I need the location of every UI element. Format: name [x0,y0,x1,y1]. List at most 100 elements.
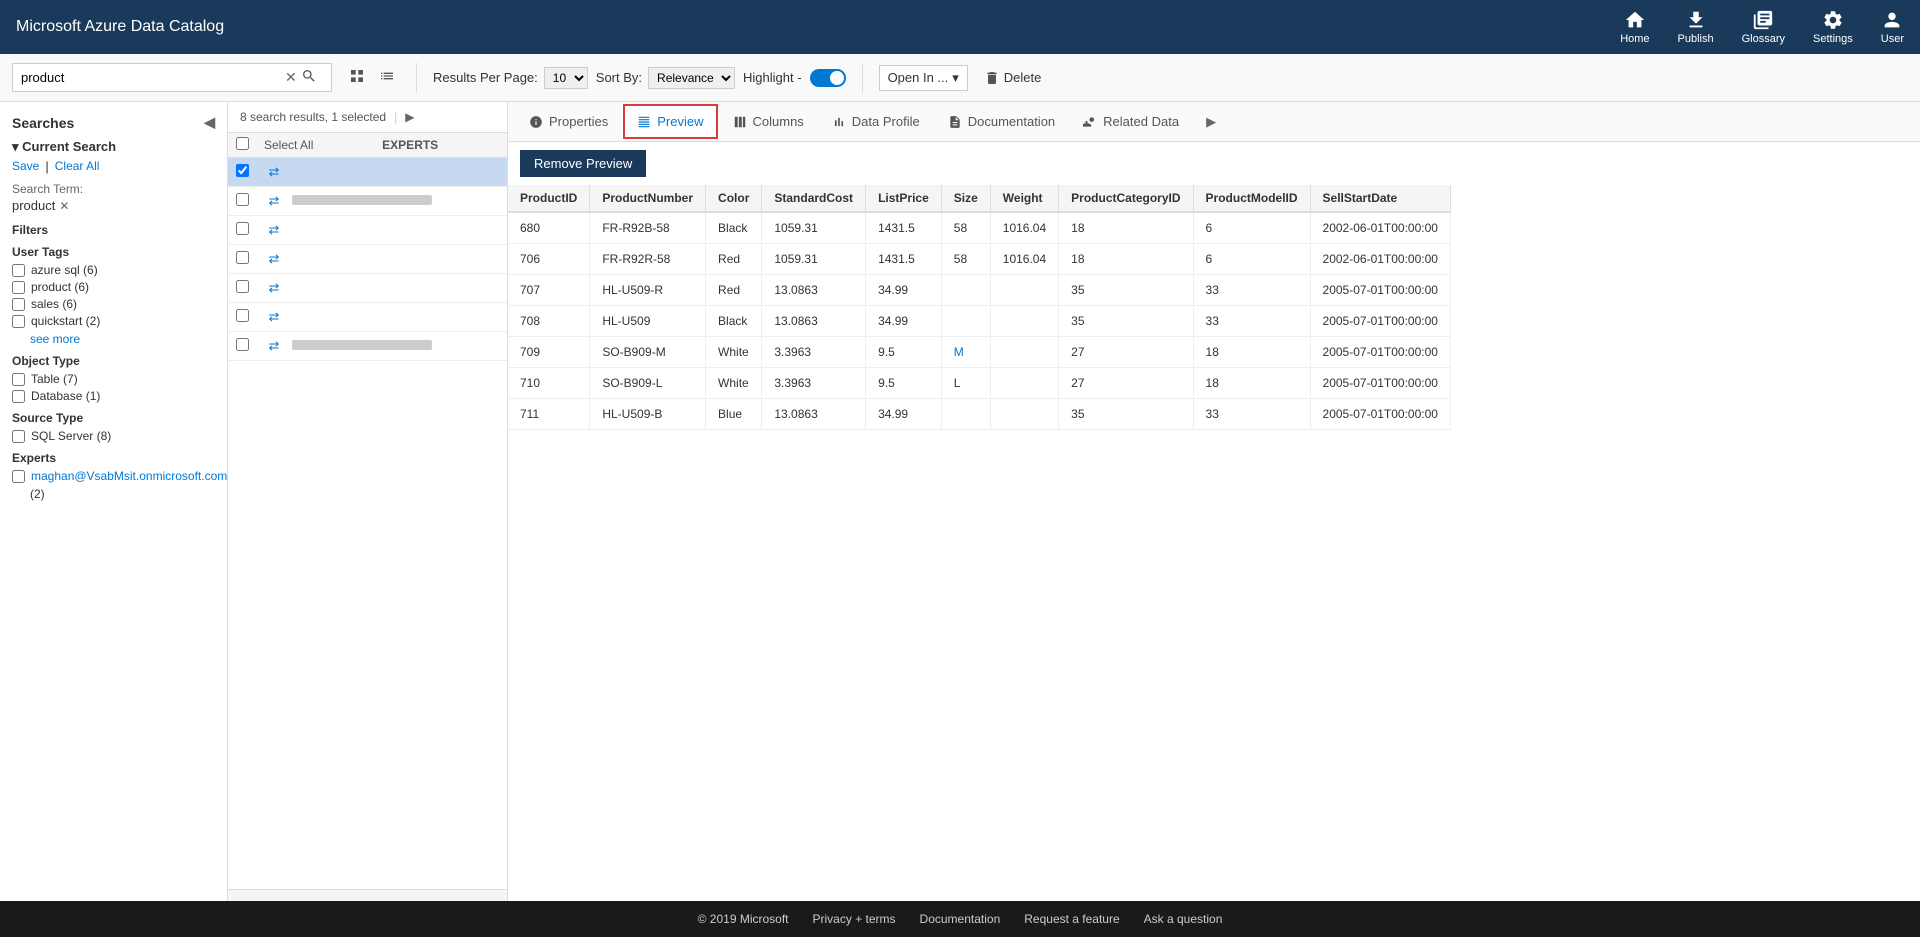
cell-sellstartdate: 2005-07-01T00:00:00 [1310,399,1450,430]
highlight-area: Highlight - [743,69,846,87]
filter-experts-checkbox[interactable] [12,470,25,483]
cell-weight [990,275,1058,306]
result-row[interactable]: ⇄ [228,303,507,332]
results-per-page-select[interactable]: 10 25 50 [544,67,588,89]
filters-title: Filters [12,223,215,237]
open-in-button[interactable]: Open In ... ▾ [879,65,968,91]
cell-color: Red [706,275,762,306]
cell-sellstartdate: 2002-06-01T00:00:00 [1310,212,1450,244]
cell-size [941,275,990,306]
cell-productnumber: HL-U509 [590,306,706,337]
tab-properties[interactable]: Properties [516,105,621,138]
clear-all-link[interactable]: Clear All [55,159,100,174]
cell-listprice: 1431.5 [866,244,942,275]
detail-expand-icon[interactable]: ▶ [1198,110,1224,134]
result-row[interactable]: ⇄ [228,187,507,216]
sort-by: Sort By: Relevance Name [596,67,735,89]
results-expand-btn[interactable]: ▶ [405,110,414,124]
nav-publish[interactable]: Publish [1678,9,1714,45]
tab-related-data[interactable]: Related Data [1070,105,1192,138]
nav-user[interactable]: User [1881,9,1904,45]
result-row[interactable]: ⇄ [228,245,507,274]
open-in-label: Open In ... [888,70,949,85]
results-pane: 8 search results, 1 selected | ▶ Select … [228,102,508,901]
current-search-title[interactable]: ▾ Current Search [12,139,215,155]
row-icon-6: ⇄ [264,309,284,325]
table-row: 711HL-U509-BBlue13.086334.9935332005-07-… [508,399,1450,430]
row-checkbox-7[interactable] [236,338,256,354]
footer-request-link[interactable]: Request a feature [1024,912,1119,926]
result-row[interactable]: ⇄ [228,216,507,245]
cell-size: M [941,337,990,368]
tab-data-profile[interactable]: Data Profile [819,105,933,138]
tab-preview[interactable]: Preview [623,104,717,139]
nav-icons: Home Publish Glossary Settings User [1620,9,1904,45]
cell-productmodelid: 6 [1193,212,1310,244]
sidebar-actions: Save | Clear All [12,159,215,174]
table-row: 707HL-U509-RRed13.086334.9935332005-07-0… [508,275,1450,306]
search-term-clear-icon[interactable]: ✕ [59,199,69,213]
cell-standardcost: 13.0863 [762,399,866,430]
experts-email[interactable]: maghan@VsabMsit.onmicrosoft.com [31,469,227,483]
separator-1 [416,63,417,93]
row-icon-1: ⇄ [264,164,284,180]
col-header-sellstartdate: SellStartDate [1310,185,1450,212]
sort-by-select[interactable]: Relevance Name [648,67,735,89]
cell-listprice: 34.99 [866,399,942,430]
row-checkbox-3[interactable] [236,222,256,238]
result-row[interactable]: ⇄ [228,158,507,187]
grid-view-btn[interactable] [344,63,370,92]
filter-quickstart-checkbox[interactable] [12,315,25,328]
filter-table-checkbox[interactable] [12,373,25,386]
size-link[interactable]: M [954,345,964,359]
save-link[interactable]: Save [12,159,39,174]
filter-sales-label: sales (6) [31,297,77,311]
row-checkbox-5[interactable] [236,280,256,296]
search-icon[interactable] [301,68,317,87]
remove-preview-button[interactable]: Remove Preview [520,150,646,177]
delete-button[interactable]: Delete [976,66,1050,90]
tab-columns-label: Columns [753,114,804,129]
nav-glossary[interactable]: Glossary [1742,9,1785,45]
search-term-label: Search Term: [12,182,215,196]
tab-columns[interactable]: Columns [720,105,817,138]
clear-search-icon[interactable]: ✕ [285,69,297,86]
filter-sales-checkbox[interactable] [12,298,25,311]
cell-listprice: 9.5 [866,368,942,399]
filter-azure-sql-checkbox[interactable] [12,264,25,277]
cell-size [941,306,990,337]
cell-color: White [706,337,762,368]
filter-table-label: Table (7) [31,372,78,386]
footer-privacy-link[interactable]: Privacy + terms [813,912,896,926]
row-checkbox-1[interactable] [236,164,256,180]
highlight-toggle[interactable] [810,69,846,87]
cell-productid: 707 [508,275,590,306]
tab-related-data-label: Related Data [1103,114,1179,129]
see-more-link[interactable]: see more [30,332,80,346]
row-icon-5: ⇄ [264,280,284,296]
footer-documentation-link[interactable]: Documentation [920,912,1001,926]
filter-database-checkbox[interactable] [12,390,25,403]
row-checkbox-4[interactable] [236,251,256,267]
search-input[interactable] [21,70,281,85]
cell-listprice: 9.5 [866,337,942,368]
select-all-checkbox[interactable] [236,137,249,150]
cell-productnumber: HL-U509-B [590,399,706,430]
footer-ask-link[interactable]: Ask a question [1144,912,1223,926]
nav-home[interactable]: Home [1620,9,1649,45]
row-checkbox-6[interactable] [236,309,256,325]
result-row[interactable]: ⇄ [228,332,507,361]
main-content: Searches ◀ ▾ Current Search Save | Clear… [0,102,1920,901]
nav-settings[interactable]: Settings [1813,9,1853,45]
row-checkbox-2[interactable] [236,193,256,209]
sort-by-label: Sort By: [596,70,642,85]
results-scroll-bar[interactable] [228,889,507,901]
sidebar-collapse-btn[interactable]: ◀ [204,114,215,131]
tab-documentation[interactable]: Documentation [935,105,1068,138]
result-row[interactable]: ⇄ [228,274,507,303]
filter-sql-server-checkbox[interactable] [12,430,25,443]
current-search-section: ▾ Current Search Save | Clear All Search… [12,139,215,213]
table-row: 710SO-B909-LWhite3.39639.5L27182005-07-0… [508,368,1450,399]
list-view-btn[interactable] [374,63,400,92]
filter-product-checkbox[interactable] [12,281,25,294]
